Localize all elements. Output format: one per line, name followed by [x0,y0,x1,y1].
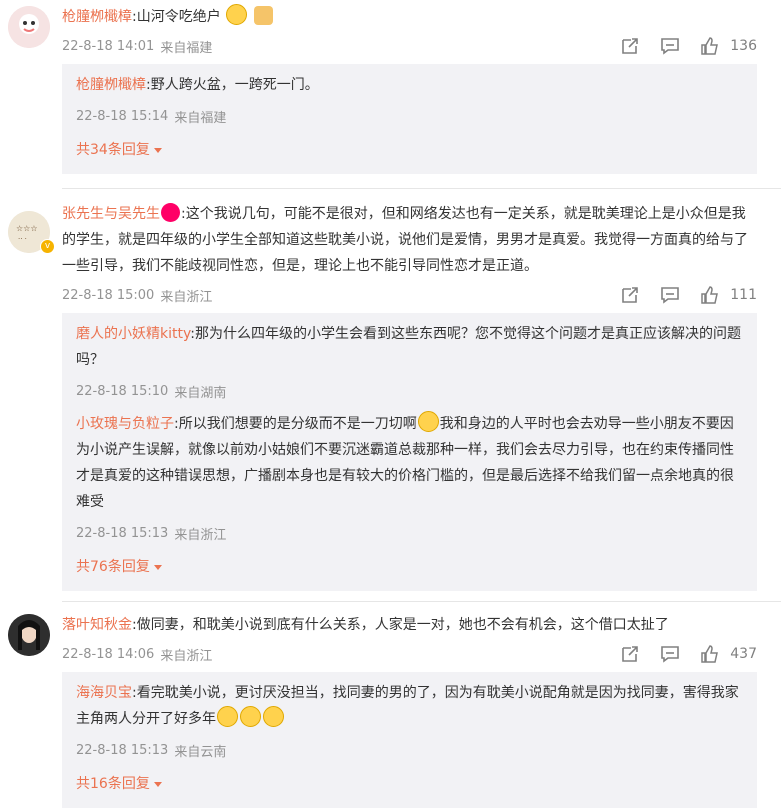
caret-down-icon [153,147,162,153]
like-count: 437 [730,646,757,662]
reply-meta: 22-8-18 15:10 来自湖南 [76,379,743,403]
comment-author[interactable]: 落叶知秋金 [62,617,132,633]
more-replies-link[interactable]: 共34条回复 [76,132,743,168]
share-icon[interactable] [619,643,641,665]
like-icon[interactable] [699,284,721,306]
reply-meta: 22-8-18 15:13 来自云南 [76,738,743,762]
source-location: 来自湖南 [174,385,227,401]
crying-emoji-icon [263,706,284,727]
share-icon[interactable] [619,284,641,306]
comment-text: 落叶知秋金:做同妻，和耽美小说到底有什么关系，人家是一对，她也不会有机会，这个借… [62,612,757,638]
verified-badge-icon: v [40,239,55,254]
reply-body: :野人跨火盆，一跨死一门。 [146,77,319,93]
more-replies-link[interactable]: 共16条回复 [76,766,743,802]
reply-text: 小玫瑰与负粒子:所以我们想要的是分级而不是一刀切啊 我和身边的人平时也会去劝导一些… [76,411,743,515]
comment-item: ☆☆☆ ·· · v 张先生与吴先生:这个我说几句，可能不是很对，但和网络发达也有… [0,189,781,591]
reply-item: 枪膧栁檝樟:野人跨火盆，一跨死一门。 22-8-18 15:14 来自福建 [76,68,743,132]
reply-box: 枪膧栁檝樟:野人跨火盆，一跨死一门。 22-8-18 15:14 来自福建 共3… [62,64,757,174]
more-replies-link[interactable]: 共76条回复 [76,549,743,585]
timestamp: 22-8-18 15:13 [76,525,169,541]
reply-item: 小玫瑰与负粒子:所以我们想要的是分级而不是一刀切啊 我和身边的人平时也会去劝导一些… [76,407,743,549]
crying-emoji-icon [240,706,261,727]
svg-text:·· ·: ·· · [18,235,27,243]
comment-item: 落叶知秋金:做同妻，和耽美小说到底有什么关系，人家是一对，她也不会有机会，这个借… [0,602,781,808]
reply-item: 海海贝宝:看完耽美小说，更讨厌没担当，找同妻的男的了，因为有耽美小说配角就是因为… [76,676,743,766]
comment-text: 枪膧栁檝樟:山河令吃绝户 [62,4,757,30]
reply-text: 海海贝宝:看完耽美小说，更讨厌没担当，找同妻的男的了，因为有耽美小说配角就是因为… [76,680,743,732]
reply-author[interactable]: 磨人的小妖精kitty [76,326,190,342]
comment-item: 枪膧栁檝樟:山河令吃绝户 22-8-18 14:01 来自福建 136 枪膧栁檝… [0,0,781,174]
timestamp: 22-8-18 15:13 [76,742,169,758]
source-location: 来自浙江 [174,527,227,543]
reply-body: :看完耽美小说，更讨厌没担当，找同妻的男的了，因为有耽美小说配角就是因为找同妻，… [76,685,739,727]
reply-item: 磨人的小妖精kitty:那为什么四年级的小学生会看到这些东西呢？您不觉得这个问题… [76,317,743,407]
timestamp: 22-8-18 14:01 [62,38,155,54]
caret-down-icon [153,564,162,570]
reply-meta: 22-8-18 15:14 来自福建 [76,104,743,128]
comment-list: 枪膧栁檝樟:山河令吃绝户 22-8-18 14:01 来自福建 136 枪膧栁檝… [0,0,781,808]
comment-actions: 136 [601,35,757,57]
comment-actions: 437 [601,643,757,665]
reply-text: 磨人的小妖精kitty:那为什么四年级的小学生会看到这些东西呢？您不觉得这个问题… [76,321,743,373]
like-count: 136 [730,38,757,54]
reply-author[interactable]: 海海贝宝 [76,685,132,701]
reply-meta: 22-8-18 15:13 来自浙江 [76,521,743,545]
comment-actions: 111 [601,284,757,306]
svg-text:☆☆☆: ☆☆☆ [16,224,38,233]
comment-author[interactable]: 枪膧栁檝樟 [62,9,132,25]
comment-meta: 22-8-18 14:06 来自浙江 437 [62,642,757,666]
heart-eyes-emoji-icon [161,203,180,222]
comment-meta: 22-8-18 14:01 来自福建 136 [62,34,757,58]
crying-emoji-icon [417,411,439,432]
comment-icon[interactable] [659,284,681,306]
like-icon[interactable] [699,643,721,665]
source-location: 来自浙江 [160,648,213,664]
comment-icon[interactable] [659,35,681,57]
comment-body: :做同妻，和耽美小说到底有什么关系，人家是一对，她也不会有机会，这个借口太扯了 [132,617,669,633]
like-count: 111 [730,287,757,303]
comment-author[interactable]: 张先生与吴先生 [62,206,160,222]
share-icon[interactable] [619,35,641,57]
timestamp: 22-8-18 15:00 [62,287,155,303]
reply-body: :所以我们想要的是分级而不是一刀切啊 [174,416,417,432]
reply-box: 海海贝宝:看完耽美小说，更讨厌没担当，找同妻的男的了，因为有耽美小说配角就是因为… [62,672,757,808]
thumbs-up-emoji-icon [253,6,273,25]
source-location: 来自浙江 [160,289,213,305]
comment-meta: 22-8-18 15:00 来自浙江 111 [62,283,757,307]
source-location: 来自福建 [174,110,227,126]
source-location: 来自福建 [160,40,213,56]
smile-emoji-icon [226,4,248,25]
avatar[interactable] [8,6,50,48]
comment-text: 张先生与吴先生:这个我说几句，可能不是很对，但和网络发达也有一定关系，就是耽美理… [62,201,757,279]
avatar[interactable] [8,614,50,656]
timestamp: 22-8-18 15:14 [76,108,169,124]
timestamp: 22-8-18 14:06 [62,646,155,662]
reply-author[interactable]: 小玫瑰与负粒子 [76,416,174,432]
timestamp: 22-8-18 15:10 [76,383,169,399]
reply-text: 枪膧栁檝樟:野人跨火盆，一跨死一门。 [76,72,743,98]
caret-down-icon [153,781,162,787]
like-icon[interactable] [699,35,721,57]
crying-emoji-icon [217,706,238,727]
comment-icon[interactable] [659,643,681,665]
reply-box: 磨人的小妖精kitty:那为什么四年级的小学生会看到这些东西呢？您不觉得这个问题… [62,313,757,591]
source-location: 来自云南 [174,744,227,760]
comment-body: :山河令吃绝户 [132,9,221,25]
reply-author[interactable]: 枪膧栁檝樟 [76,77,146,93]
